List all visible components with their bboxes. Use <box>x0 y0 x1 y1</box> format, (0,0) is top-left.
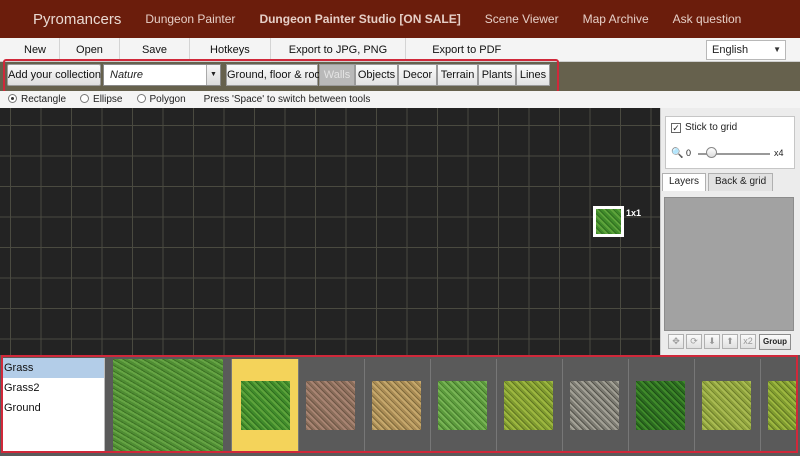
zoom-icon: 🔍 <box>671 148 684 159</box>
chevron-down-icon: ▼ <box>206 65 220 85</box>
zoom-max-label: x4 <box>774 148 784 158</box>
menu-hotkeys[interactable]: Hotkeys <box>190 37 271 62</box>
radio-icon <box>8 94 17 103</box>
tab-ground[interactable]: Ground, floor & roof <box>226 64 324 86</box>
tool-ellipse[interactable]: Ellipse <box>80 94 123 105</box>
nav-ask-question[interactable]: Ask question <box>673 12 742 26</box>
stick-to-grid-label: Stick to grid <box>685 122 738 133</box>
tool-rectangle-label: Rectangle <box>21 94 67 105</box>
panel-tabs: Layers Back & grid <box>662 173 775 191</box>
nav-dungeon-painter-studio[interactable]: Dungeon Painter Studio [ON SALE] <box>259 12 460 26</box>
library-highlight <box>1 355 798 453</box>
duplicate-button[interactable]: x2 <box>740 334 756 349</box>
chevron-down-icon: ▼ <box>773 45 781 54</box>
tab-back-grid[interactable]: Back & grid <box>708 173 774 191</box>
brush-preview <box>593 206 624 237</box>
menu-export-image[interactable]: Export to JPG, PNG <box>271 37 407 62</box>
move-down-icon[interactable]: ⬇ <box>704 334 720 349</box>
move-up-icon[interactable]: ⬆ <box>722 334 738 349</box>
tool-ellipse-label: Ellipse <box>93 94 123 105</box>
nav-scene-viewer[interactable]: Scene Viewer <box>485 12 559 26</box>
shape-tools: Rectangle Ellipse Polygon Press 'Space' … <box>0 91 800 108</box>
tab-objects[interactable]: Objects <box>355 64 398 86</box>
add-collection-button[interactable]: Add your collection <box>7 64 101 86</box>
radio-icon <box>80 94 90 103</box>
map-canvas[interactable] <box>0 108 660 355</box>
tool-polygon-label: Polygon <box>149 94 186 105</box>
nav-map-archive[interactable]: Map Archive <box>583 12 649 26</box>
brush-size-label: 1x1 <box>626 208 642 218</box>
group-button[interactable]: Group <box>759 334 791 350</box>
stick-to-grid-checkbox[interactable]: ✓ <box>671 123 681 133</box>
tab-lines[interactable]: Lines <box>516 64 550 86</box>
menu-save[interactable]: Save <box>120 37 191 62</box>
nav-dungeon-painter[interactable]: Dungeon Painter <box>145 12 235 26</box>
menu-open[interactable]: Open <box>60 37 120 62</box>
tab-decor[interactable]: Decor <box>398 64 437 86</box>
tab-plants[interactable]: Plants <box>478 64 516 86</box>
menu-new[interactable]: New <box>0 37 61 62</box>
language-select[interactable]: English ▼ <box>706 40 786 60</box>
menu-export-pdf[interactable]: Export to PDF <box>406 38 527 62</box>
layers-list[interactable] <box>664 197 794 331</box>
language-value: English <box>712 44 749 56</box>
brand-link[interactable]: Pyromancers <box>33 11 121 28</box>
tool-hint: Press 'Space' to switch between tools <box>203 94 371 105</box>
radio-icon <box>136 94 146 103</box>
tab-terrain[interactable]: Terrain <box>437 64 478 86</box>
move-icon[interactable]: ✥ <box>668 334 684 349</box>
tool-rectangle[interactable]: Rectangle <box>8 94 66 105</box>
top-navigation: Pyromancers Dungeon Painter Dungeon Pain… <box>0 0 800 38</box>
tab-layers[interactable]: Layers <box>662 173 707 191</box>
tab-walls[interactable]: Walls <box>319 64 355 86</box>
zoom-slider-handle[interactable] <box>706 147 717 158</box>
collection-select[interactable]: Nature ▼ <box>103 64 221 86</box>
layer-buttons: ✥ ⟳ ⬇ ⬆ x2 <box>668 334 758 349</box>
rotate-icon[interactable]: ⟳ <box>686 334 702 349</box>
tool-polygon[interactable]: Polygon <box>136 94 186 105</box>
collection-value: Nature <box>110 69 144 81</box>
zoom-min-label: 0 <box>686 148 692 158</box>
